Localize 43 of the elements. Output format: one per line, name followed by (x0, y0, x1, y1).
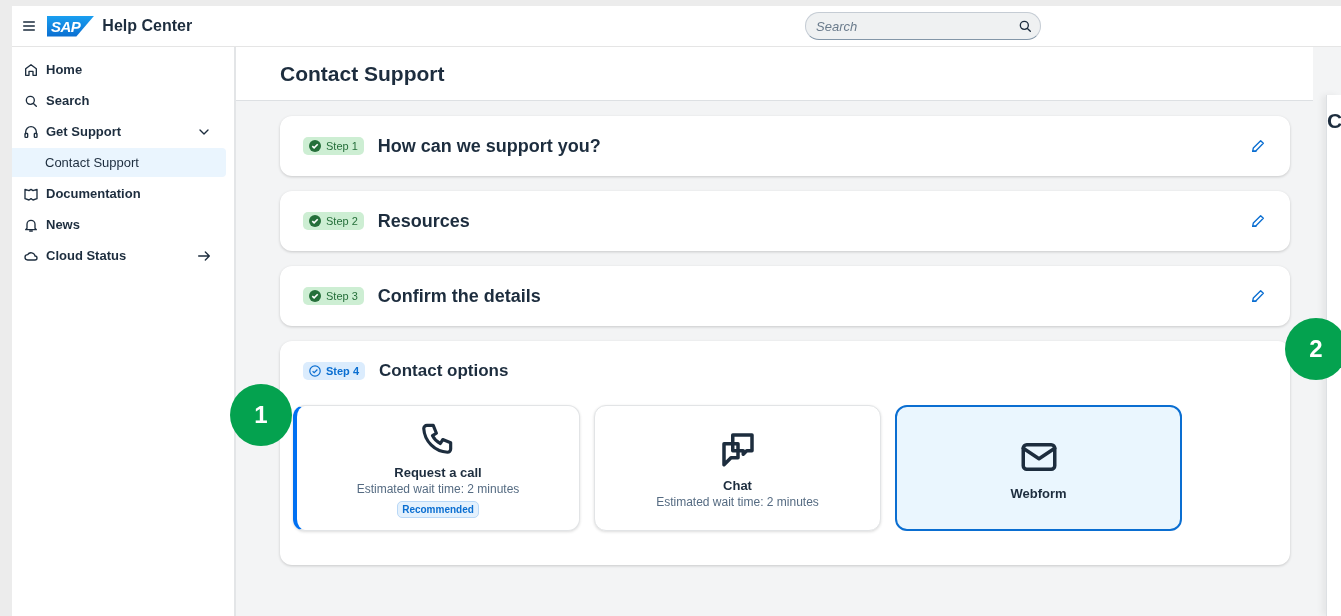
step-title: Confirm the details (377, 285, 542, 307)
contact-option[interactable]: Chat Estimated wait time: 2 minutes (594, 405, 881, 531)
app-title: Help Center (102, 17, 193, 35)
contact-option[interactable]: Request a call Estimated wait time: 2 minutes Recommended (293, 405, 580, 531)
step-badge: Step 1 (303, 137, 364, 155)
menu-icon[interactable] (21, 18, 37, 34)
check-icon (309, 140, 321, 152)
pencil-icon (1250, 213, 1266, 229)
search-field[interactable]: Search (805, 12, 1041, 40)
nav-item[interactable]: Documentation (12, 179, 226, 208)
nav-item[interactable]: Home (12, 55, 226, 84)
pencil-icon (1250, 138, 1266, 154)
step-badge: Step 2 (303, 212, 364, 230)
nav-item[interactable]: Search (12, 86, 226, 115)
pencil-icon (1250, 288, 1266, 304)
wait-time: Estimated wait time: 2 minutes (356, 481, 520, 496)
edit-button[interactable] (1250, 288, 1266, 304)
home-icon (23, 61, 39, 78)
check-icon (309, 215, 321, 227)
logo[interactable]: SAP (47, 15, 95, 37)
option-title: Webform (1010, 485, 1067, 501)
nav-item[interactable]: Get Support (12, 117, 226, 146)
wait-time: Estimated wait time: 2 minutes (656, 494, 819, 509)
contact-option[interactable]: Webform (895, 405, 1182, 531)
step-title: Contact options (379, 361, 510, 381)
check-icon (309, 290, 321, 302)
nav-item[interactable]: Contact Support (12, 148, 226, 177)
nav-item[interactable]: News (12, 210, 226, 239)
edit-button[interactable] (1250, 213, 1266, 229)
search-icon[interactable] (1017, 18, 1033, 34)
recommended-tag: Recommended (397, 500, 479, 518)
step-title: How can we support you? (377, 135, 602, 157)
option-title: Request a call (394, 464, 482, 480)
headset-icon (23, 123, 39, 140)
step-title: Resources (377, 210, 471, 232)
page-title: Contact Support (280, 61, 445, 86)
edit-button[interactable] (1250, 138, 1266, 154)
step-badge: Step 3 (303, 287, 364, 305)
nav-item[interactable]: Cloud Status (12, 241, 226, 270)
step-badge: Step 4 (303, 362, 365, 380)
panel-title: C (1327, 108, 1341, 133)
check-icon (309, 365, 321, 377)
option-title: Chat (723, 477, 752, 493)
